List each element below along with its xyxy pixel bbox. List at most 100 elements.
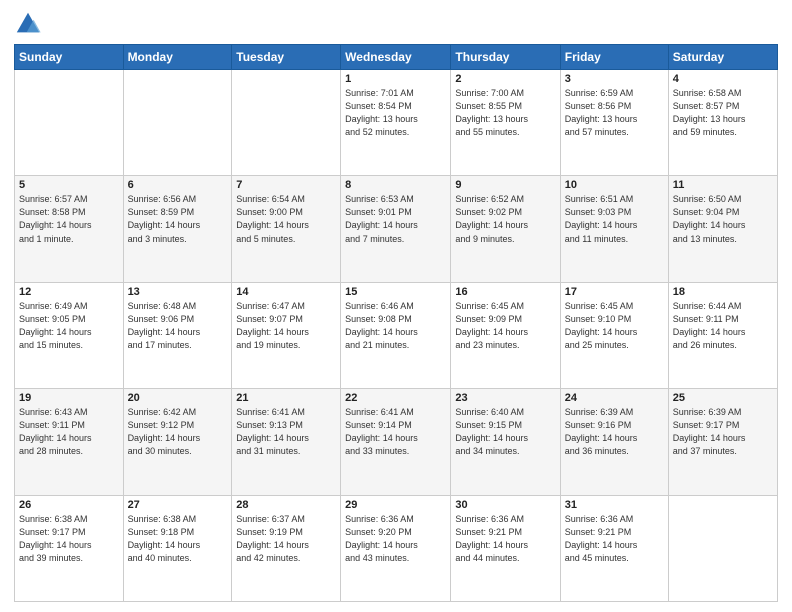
day-number: 17 (565, 286, 664, 298)
day-info: Sunrise: 6:47 AM Sunset: 9:07 PM Dayligh… (236, 300, 336, 352)
calendar-cell: 14 Sunrise: 6:47 AM Sunset: 9:07 PM Dayli… (232, 282, 341, 388)
calendar-cell: 30Sunrise: 6:36 AM Sunset: 9:21 PM Dayli… (451, 495, 560, 601)
calendar-cell: 6 Sunrise: 6:56 AM Sunset: 8:59 PM Daylig… (123, 176, 232, 282)
calendar-header-friday: Friday (560, 45, 668, 70)
logo-icon (14, 10, 42, 38)
day-number: 19 (19, 392, 119, 404)
calendar-week-4: 19 Sunrise: 6:43 AM Sunset: 9:11 PM Dayli… (15, 389, 778, 495)
day-number: 26 (19, 499, 119, 511)
day-number: 28 (236, 499, 336, 511)
calendar-cell: 2Sunrise: 7:00 AM Sunset: 8:55 PM Daylig… (451, 70, 560, 176)
day-number: 25 (673, 392, 773, 404)
day-number: 1 (345, 73, 446, 85)
day-number: 9 (455, 179, 555, 191)
day-number: 27 (128, 499, 228, 511)
calendar-week-2: 5 Sunrise: 6:57 AM Sunset: 8:58 PM Daylig… (15, 176, 778, 282)
calendar-cell: 3 Sunrise: 6:59 AM Sunset: 8:56 PM Daylig… (560, 70, 668, 176)
calendar-cell: 10 Sunrise: 6:51 AM Sunset: 9:03 PM Dayli… (560, 176, 668, 282)
day-info: Sunrise: 6:53 AM Sunset: 9:01 PM Dayligh… (345, 193, 446, 245)
day-number: 10 (565, 179, 664, 191)
calendar-cell: 21 Sunrise: 6:41 AM Sunset: 9:13 PM Dayli… (232, 389, 341, 495)
day-info: Sunrise: 6:51 AM Sunset: 9:03 PM Dayligh… (565, 193, 664, 245)
calendar-cell: 20 Sunrise: 6:42 AM Sunset: 9:12 PM Dayli… (123, 389, 232, 495)
day-info: Sunrise: 6:43 AM Sunset: 9:11 PM Dayligh… (19, 406, 119, 458)
day-number: 13 (128, 286, 228, 298)
calendar-cell: 27Sunrise: 6:38 AM Sunset: 9:18 PM Dayli… (123, 495, 232, 601)
day-number: 5 (19, 179, 119, 191)
calendar-cell (232, 70, 341, 176)
day-info: Sunrise: 6:45 AM Sunset: 9:09 PM Dayligh… (455, 300, 555, 352)
calendar-week-1: 1 Sunrise: 7:01 AM Sunset: 8:54 PM Daylig… (15, 70, 778, 176)
day-info: Sunrise: 6:42 AM Sunset: 9:12 PM Dayligh… (128, 406, 228, 458)
day-number: 14 (236, 286, 336, 298)
day-number: 11 (673, 179, 773, 191)
header (14, 10, 778, 38)
calendar-cell: 11 Sunrise: 6:50 AM Sunset: 9:04 PM Dayli… (668, 176, 777, 282)
calendar-cell: 12 Sunrise: 6:49 AM Sunset: 9:05 PM Dayli… (15, 282, 124, 388)
day-number: 31 (565, 499, 664, 511)
day-info: Sunrise: 6:49 AM Sunset: 9:05 PM Dayligh… (19, 300, 119, 352)
day-info: Sunrise: 6:57 AM Sunset: 8:58 PM Dayligh… (19, 193, 119, 245)
calendar-header-saturday: Saturday (668, 45, 777, 70)
calendar-cell: 24Sunrise: 6:39 AM Sunset: 9:16 PM Dayli… (560, 389, 668, 495)
day-number: 4 (673, 73, 773, 85)
day-info: Sunrise: 6:45 AM Sunset: 9:10 PM Dayligh… (565, 300, 664, 352)
day-number: 7 (236, 179, 336, 191)
day-number: 22 (345, 392, 446, 404)
calendar-cell: 22Sunrise: 6:41 AM Sunset: 9:14 PM Dayli… (341, 389, 451, 495)
calendar-cell: 19 Sunrise: 6:43 AM Sunset: 9:11 PM Dayli… (15, 389, 124, 495)
calendar-cell (668, 495, 777, 601)
day-info: Sunrise: 6:36 AM Sunset: 9:20 PM Dayligh… (345, 513, 446, 565)
page: SundayMondayTuesdayWednesdayThursdayFrid… (0, 0, 792, 612)
day-number: 3 (565, 73, 664, 85)
calendar-cell: 4 Sunrise: 6:58 AM Sunset: 8:57 PM Daylig… (668, 70, 777, 176)
day-number: 30 (455, 499, 555, 511)
day-info: Sunrise: 6:36 AM Sunset: 9:21 PM Dayligh… (565, 513, 664, 565)
calendar-cell: 13 Sunrise: 6:48 AM Sunset: 9:06 PM Dayli… (123, 282, 232, 388)
day-info: Sunrise: 6:46 AM Sunset: 9:08 PM Dayligh… (345, 300, 446, 352)
day-info: Sunrise: 6:37 AM Sunset: 9:19 PM Dayligh… (236, 513, 336, 565)
calendar-header-row: SundayMondayTuesdayWednesdayThursdayFrid… (15, 45, 778, 70)
calendar-header-monday: Monday (123, 45, 232, 70)
day-info: Sunrise: 6:44 AM Sunset: 9:11 PM Dayligh… (673, 300, 773, 352)
day-info: Sunrise: 6:39 AM Sunset: 9:16 PM Dayligh… (565, 406, 664, 458)
day-number: 21 (236, 392, 336, 404)
calendar-cell: 26Sunrise: 6:38 AM Sunset: 9:17 PM Dayli… (15, 495, 124, 601)
day-number: 8 (345, 179, 446, 191)
day-info: Sunrise: 6:54 AM Sunset: 9:00 PM Dayligh… (236, 193, 336, 245)
day-info: Sunrise: 6:58 AM Sunset: 8:57 PM Dayligh… (673, 87, 773, 139)
day-number: 6 (128, 179, 228, 191)
calendar-header-tuesday: Tuesday (232, 45, 341, 70)
calendar-table: SundayMondayTuesdayWednesdayThursdayFrid… (14, 44, 778, 602)
calendar-cell: 31 Sunrise: 6:36 AM Sunset: 9:21 PM Dayli… (560, 495, 668, 601)
calendar-cell: 28 Sunrise: 6:37 AM Sunset: 9:19 PM Dayli… (232, 495, 341, 601)
day-info: Sunrise: 6:39 AM Sunset: 9:17 PM Dayligh… (673, 406, 773, 458)
day-info: Sunrise: 7:01 AM Sunset: 8:54 PM Dayligh… (345, 87, 446, 139)
calendar-cell: 23 Sunrise: 6:40 AM Sunset: 9:15 PM Dayli… (451, 389, 560, 495)
calendar-header-thursday: Thursday (451, 45, 560, 70)
day-info: Sunrise: 6:56 AM Sunset: 8:59 PM Dayligh… (128, 193, 228, 245)
calendar-cell: 18 Sunrise: 6:44 AM Sunset: 9:11 PM Dayli… (668, 282, 777, 388)
day-number: 18 (673, 286, 773, 298)
calendar-cell: 17 Sunrise: 6:45 AM Sunset: 9:10 PM Dayli… (560, 282, 668, 388)
day-info: Sunrise: 6:59 AM Sunset: 8:56 PM Dayligh… (565, 87, 664, 139)
day-info: Sunrise: 6:52 AM Sunset: 9:02 PM Dayligh… (455, 193, 555, 245)
day-info: Sunrise: 6:50 AM Sunset: 9:04 PM Dayligh… (673, 193, 773, 245)
day-info: Sunrise: 6:40 AM Sunset: 9:15 PM Dayligh… (455, 406, 555, 458)
calendar-cell: 25 Sunrise: 6:39 AM Sunset: 9:17 PM Dayli… (668, 389, 777, 495)
day-number: 12 (19, 286, 119, 298)
calendar-cell: 5 Sunrise: 6:57 AM Sunset: 8:58 PM Daylig… (15, 176, 124, 282)
day-number: 23 (455, 392, 555, 404)
calendar-header-wednesday: Wednesday (341, 45, 451, 70)
day-number: 16 (455, 286, 555, 298)
day-number: 29 (345, 499, 446, 511)
day-info: Sunrise: 6:48 AM Sunset: 9:06 PM Dayligh… (128, 300, 228, 352)
calendar-cell: 29 Sunrise: 6:36 AM Sunset: 9:20 PM Dayli… (341, 495, 451, 601)
calendar-cell (123, 70, 232, 176)
calendar-cell (15, 70, 124, 176)
calendar-cell: 15Sunrise: 6:46 AM Sunset: 9:08 PM Dayli… (341, 282, 451, 388)
day-number: 20 (128, 392, 228, 404)
day-info: Sunrise: 7:00 AM Sunset: 8:55 PM Dayligh… (455, 87, 555, 139)
logo (14, 10, 46, 38)
day-info: Sunrise: 6:41 AM Sunset: 9:13 PM Dayligh… (236, 406, 336, 458)
